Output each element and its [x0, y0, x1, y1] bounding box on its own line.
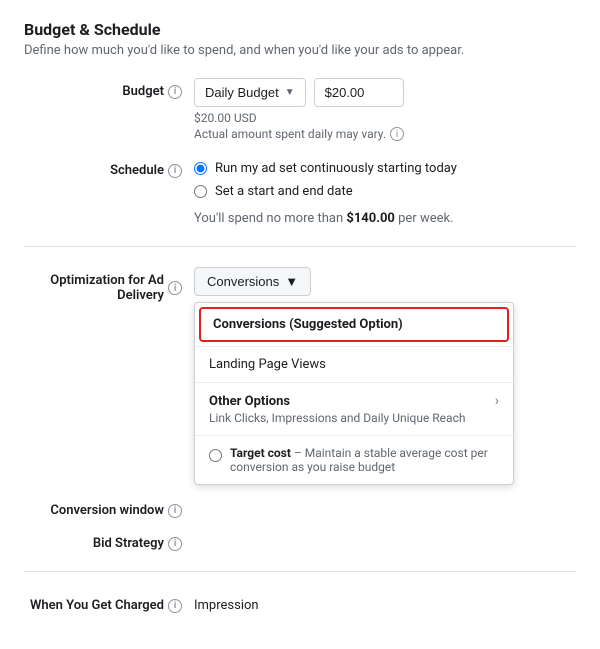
other-options-arrow: › [495, 393, 499, 409]
schedule-radio-group: Run my ad set continuously starting toda… [194, 157, 576, 199]
conversion-window-label: Conversion window i [24, 497, 194, 518]
optimization-section: Optimization for Ad Delivery i Conversio… [24, 267, 576, 551]
optimization-dropdown-menu: Conversions (Suggested Option) Landing P… [194, 302, 576, 485]
budget-row: Budget i Daily Budget ▼ $20.00 USD Actua… [24, 78, 576, 141]
spend-note: You'll spend no more than $140.00 per we… [194, 211, 576, 226]
schedule-label: Schedule i [24, 157, 194, 178]
schedule-radio1[interactable] [194, 162, 207, 175]
dropdown-menu-box: Conversions (Suggested Option) Landing P… [194, 302, 514, 485]
section-subtitle: Define how much you'd like to spend, and… [24, 43, 576, 58]
dropdown-item-landing-page[interactable]: Landing Page Views [195, 346, 513, 383]
budget-info-icon[interactable]: i [168, 85, 182, 99]
actual-note-info-icon[interactable]: i [390, 127, 404, 141]
bid-strategy-label: Bid Strategy i [24, 530, 194, 551]
schedule-info-icon[interactable]: i [168, 164, 182, 178]
budget-label: Budget i [24, 78, 194, 99]
conversion-window-info-icon[interactable]: i [168, 504, 182, 518]
section-divider [24, 246, 576, 247]
optimization-content: Conversions ▼ Conversions (Suggested Opt… [194, 267, 576, 485]
budget-inputs: Daily Budget ▼ [194, 78, 576, 107]
schedule-option1[interactable]: Run my ad set continuously starting toda… [194, 161, 576, 176]
budget-type-dropdown[interactable]: Daily Budget ▼ [194, 78, 306, 107]
budget-usd-note: $20.00 USD [194, 111, 576, 125]
page-container: Budget & Schedule Define how much you'd … [0, 0, 600, 649]
budget-amount-input[interactable] [314, 78, 404, 107]
when-charged-value: Impression [194, 592, 576, 613]
when-charged-row: When You Get Charged i Impression [24, 592, 576, 613]
when-charged-info-icon[interactable]: i [168, 599, 182, 613]
schedule-radio2[interactable] [194, 185, 207, 198]
schedule-row: Schedule i Run my ad set continuously st… [24, 157, 576, 226]
budget-dropdown-arrow: ▼ [285, 87, 295, 98]
bid-strategy-row: Bid Strategy i [24, 530, 576, 551]
optimization-dropdown-btn[interactable]: Conversions ▼ [194, 267, 311, 296]
budget-content: Daily Budget ▼ $20.00 USD Actual amount … [194, 78, 576, 141]
section-title: Budget & Schedule [24, 20, 576, 39]
schedule-option2[interactable]: Set a start and end date [194, 184, 576, 199]
optimization-dropdown-arrow: ▼ [285, 274, 298, 289]
optimization-row: Optimization for Ad Delivery i Conversio… [24, 267, 576, 485]
bid-strategy-info-icon[interactable]: i [168, 537, 182, 551]
optimization-info-icon[interactable]: i [168, 281, 182, 295]
bottom-divider [24, 571, 576, 572]
target-cost-dash: – [294, 446, 305, 460]
conversion-window-row: Conversion window i [24, 497, 576, 518]
when-charged-label: When You Get Charged i [24, 592, 194, 613]
when-charged-content: Impression [194, 592, 576, 613]
dropdown-item-other-options[interactable]: Other Options › Link Clicks, Impressions… [195, 383, 513, 435]
schedule-content: Run my ad set continuously starting toda… [194, 157, 576, 226]
optimization-label: Optimization for Ad Delivery i [24, 267, 194, 303]
budget-actual-note: Actual amount spent daily may vary. i [194, 127, 576, 141]
target-cost-radio[interactable] [209, 449, 222, 462]
target-cost-option[interactable]: Target cost – Maintain a stable average … [195, 435, 513, 484]
dropdown-item-conversions[interactable]: Conversions (Suggested Option) [199, 307, 509, 342]
